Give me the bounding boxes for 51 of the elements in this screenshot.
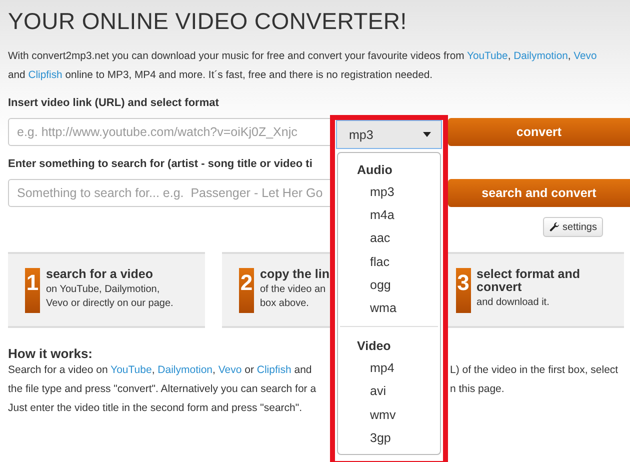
text: , (508, 51, 512, 62)
convert-button[interactable]: convert (448, 118, 630, 146)
text: and (8, 70, 26, 81)
search-convert-button[interactable]: search and convert (448, 179, 630, 207)
format-option[interactable]: ogg (338, 274, 440, 297)
step-text: box above. (260, 297, 310, 311)
step-text: and download it. (476, 296, 550, 310)
format-option[interactable]: m4a (338, 204, 440, 228)
format-option[interactable]: flac (338, 250, 440, 274)
text: With convert2mp3.net you can download your music for free and convert your favourite videos from (8, 51, 466, 62)
text: Search for a video on (8, 364, 109, 376)
text: the file type and press "convert". Alternatively you can search for a (8, 383, 316, 395)
format-option[interactable]: aac (338, 227, 440, 251)
link[interactable]: YouTube (110, 364, 152, 376)
group-label: Video (356, 338, 392, 356)
step-title: search for a video (46, 268, 154, 281)
format-option[interactable]: avi (338, 380, 440, 404)
format-option[interactable]: wmv (338, 404, 440, 427)
step-text: of the video an (260, 283, 327, 297)
url-label: Insert video link (URL) and select format (8, 97, 219, 109)
text: , (212, 364, 216, 376)
text: L) of the video in the first box, select (450, 363, 618, 378)
link[interactable]: Clipfish (256, 364, 292, 376)
format-select[interactable]: mp3 (336, 120, 442, 149)
text: and (293, 364, 312, 376)
format-option[interactable]: mp3 (338, 181, 440, 204)
link[interactable]: Vevo (218, 364, 242, 376)
step-number: 1 (25, 268, 40, 313)
format-option[interactable]: mp4 (338, 357, 440, 380)
settings-button[interactable]: settings (542, 217, 603, 237)
text: , (152, 364, 156, 376)
step-number: 2 (239, 268, 254, 313)
format-option[interactable]: 3gp (338, 426, 440, 450)
step-number: 3 (456, 268, 471, 313)
wrench-icon (548, 222, 560, 232)
text: , (568, 51, 572, 62)
caret-icon (423, 132, 431, 137)
text: n this page. (450, 382, 504, 397)
link[interactable]: Dailymotion (158, 364, 213, 376)
step-text: Vevo or directly on our page. (46, 297, 174, 311)
group-label: Audio (356, 162, 394, 179)
text: or (244, 364, 255, 376)
how-heading: How it works: (8, 346, 94, 361)
text: Just enter the video title in the second form and press "search". (8, 402, 302, 414)
step-text: on YouTube, Dailymotion, (46, 283, 161, 297)
page-title: YOUR ONLINE VIDEO CONVERTER! (8, 7, 408, 35)
format-option[interactable]: wma (338, 296, 440, 320)
search-label: Enter something to search for (artist - song title or video ti (8, 158, 312, 170)
step-title: copy the lin (260, 268, 330, 281)
step-title: select format and convert (476, 268, 582, 294)
text: online to MP3, MP4 and more. It´s fast, free and there is no registration needed. (64, 70, 433, 81)
